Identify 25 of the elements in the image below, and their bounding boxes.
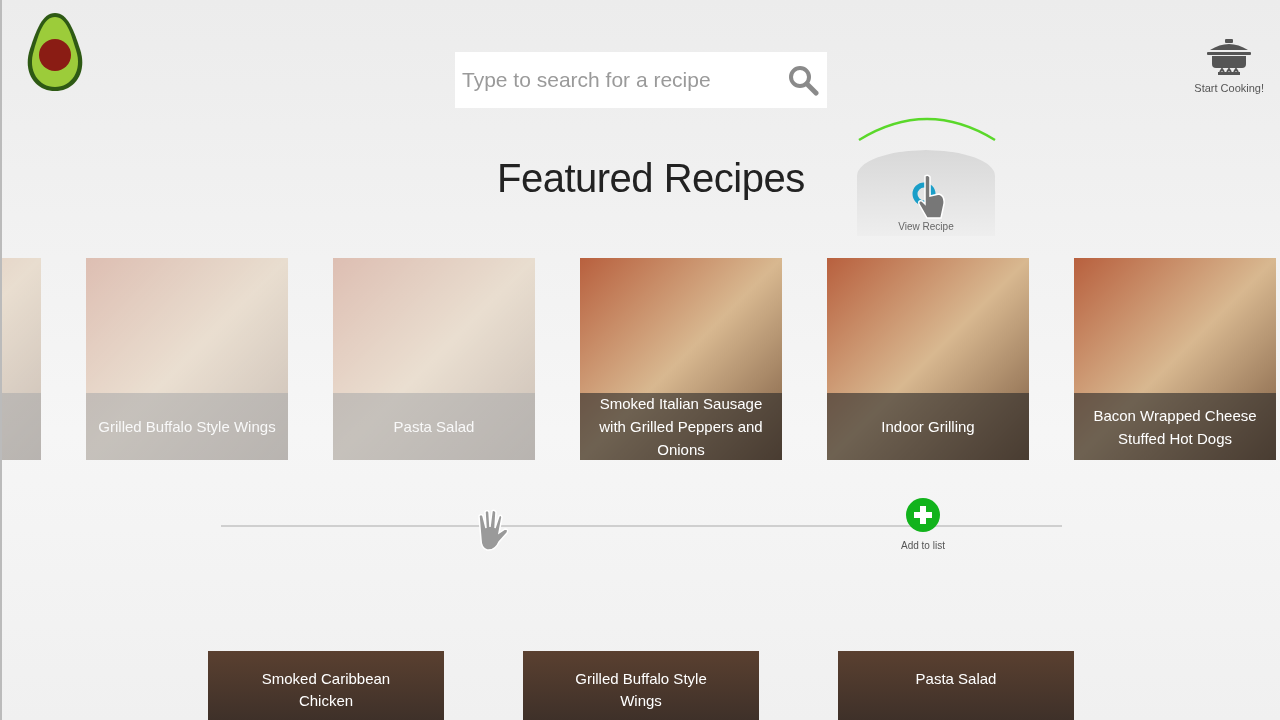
recipe-title: Bacon Wrapped Cheese Stuffed Hot Dogs [1092,405,1258,449]
recipe-title: Smoked Caribbean Chicken [260,669,392,711]
cooking-pot-icon[interactable] [1206,38,1253,76]
recipe-title: Pasta Salad [393,417,475,437]
recipe-title: Indoor Grilling [881,417,975,437]
recipe-title: Grilled Buffalo Style Wings [98,417,276,437]
recipe-photo-card[interactable]: Smoked Caribbean Chicken [208,651,444,720]
recipe-title: Smoked Italian Sausage with Grilled Peppers and Onions [598,394,764,460]
page-heading: Featured Recipes [497,156,805,202]
add-button[interactable] [905,498,940,532]
view-recipe-label[interactable]: View Recipe [898,221,954,232]
recipe-photo-card[interactable]: Indoor Grilling [827,258,1029,460]
radial-menu-segment[interactable]: View Recipe [857,150,995,236]
plus-icon [913,506,932,524]
recipe-photo-card[interactable]: Pasta Salad [838,651,1074,720]
recipe-title: Grilled Buffalo Style Wings [574,669,708,711]
pointing-hand-cursor-icon [917,174,947,220]
recipe-photo-card[interactable]: Smoked Italian Sausage with Grilled Peppers and Onions [580,258,782,460]
search-field[interactable]: Type to search for a recipe [455,52,827,108]
recipe-photo-card[interactable]: Grilled Buffalo Style Wings [523,651,759,720]
start-cooking-label[interactable]: Start Cooking! [1194,82,1264,94]
add-to-list-label: Add to list [901,540,945,551]
search-icon[interactable] [787,64,819,96]
recipe-title: Pasta Salad [914,669,998,689]
recipe-photo-card[interactable]: Bacon Wrapped Cheese Stuffed Hot Dogs [1074,258,1276,460]
